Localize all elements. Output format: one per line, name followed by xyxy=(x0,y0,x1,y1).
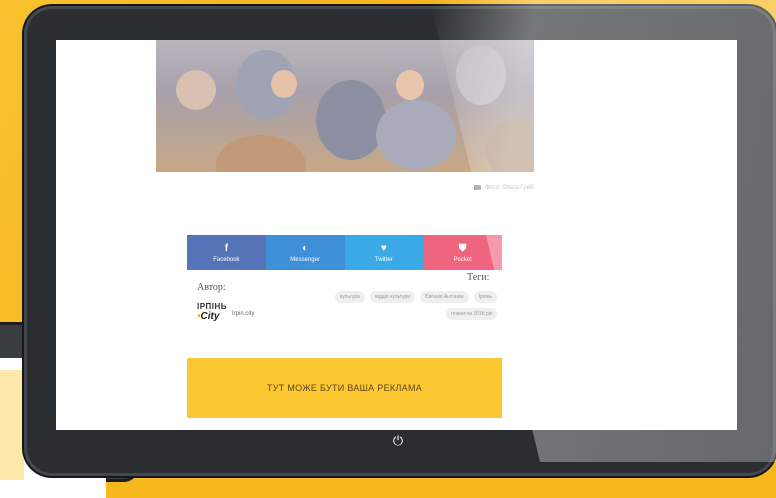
facebook-icon: f xyxy=(224,242,229,254)
twitter-icon: ♥ xyxy=(380,242,387,254)
tags-label: Теги: xyxy=(467,272,490,283)
share-pocket-button[interactable]: ⛊ Pocket xyxy=(423,235,502,270)
author-logo-line1: IРПIНЬ xyxy=(197,302,228,311)
share-facebook-button[interactable]: f Facebook xyxy=(187,235,266,270)
photo-caption: Фото: Ольга Гриб xyxy=(474,185,533,191)
tablet-screen: Фото: Ольга Гриб f Facebook ◐ Messenger … xyxy=(56,40,737,430)
tag-chip[interactable]: Євгенія Антонюк xyxy=(420,291,469,303)
tablet-frame: Фото: Ольга Гриб f Facebook ◐ Messenger … xyxy=(24,6,776,476)
pocket-icon: ⛊ xyxy=(458,242,467,254)
tags-list: культура відділ культури Євгенія Антонюк… xyxy=(301,291,497,320)
messenger-icon: ◐ xyxy=(302,242,309,254)
share-messenger-button[interactable]: ◐ Messenger xyxy=(265,235,345,270)
tag-chip[interactable]: відділ культури xyxy=(369,291,416,303)
author-label: Автор: xyxy=(197,282,226,293)
share-facebook-label: Facebook xyxy=(213,256,240,263)
share-twitter-label: Twitter xyxy=(375,256,393,263)
share-bar: f Facebook ◐ Messenger ♥ Twitter ⛊ Pocke… xyxy=(187,235,502,270)
photo-caption-text: Фото: Ольга Гриб xyxy=(485,185,534,192)
share-twitter-button[interactable]: ♥ Twitter xyxy=(344,235,424,270)
camera-icon xyxy=(474,185,481,190)
share-pocket-label: Pocket xyxy=(453,256,472,263)
tag-chip[interactable]: Ірпінь xyxy=(473,291,497,303)
author-logo-line2: •City xyxy=(197,311,220,322)
tag-chip[interactable]: культура xyxy=(334,291,365,303)
secondary-device-yellow-block xyxy=(0,370,24,480)
share-messenger-label: Messenger xyxy=(290,256,320,263)
tag-chip[interactable]: плани на 2018 рік xyxy=(446,308,497,320)
author-name-link[interactable]: Irpin.city xyxy=(232,311,254,317)
article-photo xyxy=(156,40,534,172)
ad-banner[interactable]: ТУТ МОЖЕ БУТИ ВАША РЕКЛАМА xyxy=(187,358,502,418)
power-icon[interactable]: ⏻ xyxy=(391,434,405,448)
author-logo[interactable]: IРПIНЬ •City xyxy=(197,302,227,326)
